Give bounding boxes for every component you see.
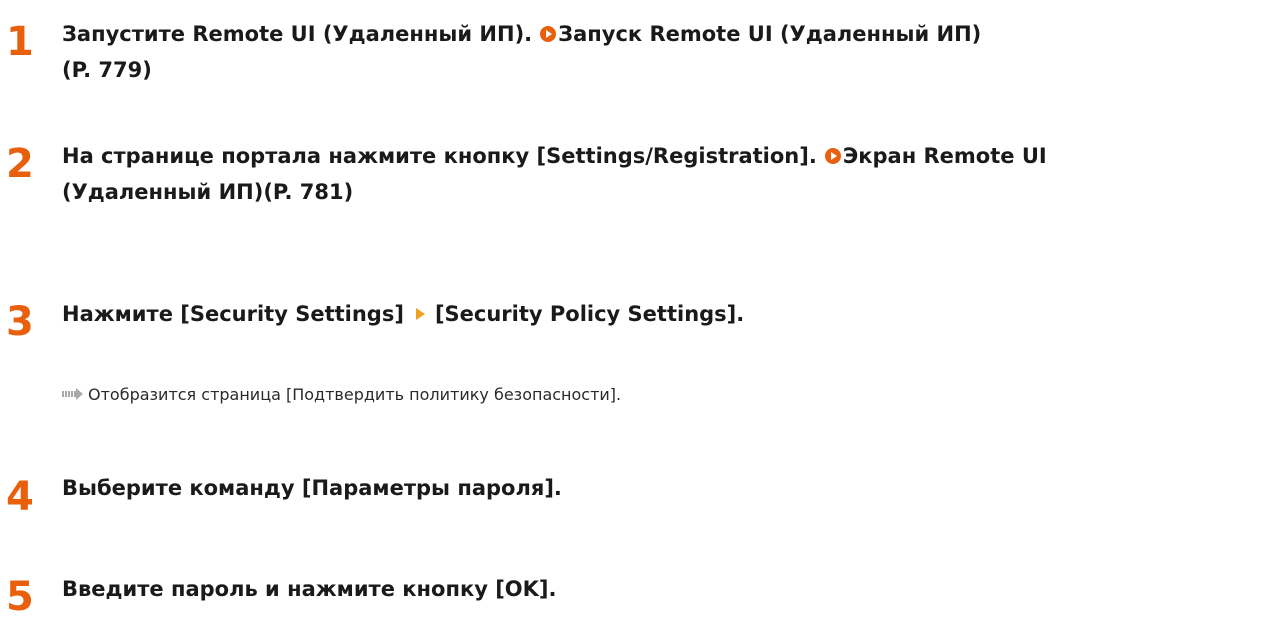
cross-reference-page-link[interactable]: (Удаленный ИП)(P. 781) <box>62 180 353 204</box>
step-instruction: Выберите команду [Параметры пароля]. <box>62 470 1262 506</box>
step-instruction: Запустите Remote UI (Удаленный ИП). Запус… <box>62 16 1262 88</box>
step-text-part-2: [Security Policy Settings]. <box>434 302 745 326</box>
step-number: 4 <box>6 474 34 520</box>
step-text: На странице портала нажмите кнопку [Sett… <box>62 144 817 168</box>
step-text: Введите пароль и нажмите кнопку [OK]. <box>62 577 557 601</box>
cross-reference-icon <box>540 26 557 42</box>
step-instruction: Нажмите [Security Settings] [Security Pol… <box>62 296 1262 332</box>
step-number: 2 <box>6 141 34 187</box>
result-arrow-icon <box>62 388 84 400</box>
cross-reference-icon <box>824 148 841 164</box>
cross-reference-link[interactable]: Запуск Remote UI (Удаленный ИП) <box>558 22 981 46</box>
step-number: 3 <box>6 299 34 345</box>
step-result-text: Отобразится страница [Подтвердить полити… <box>88 385 622 404</box>
cross-reference-page-link[interactable]: (P. 779) <box>62 58 152 82</box>
cross-reference-link[interactable]: Экран Remote UI <box>843 144 1047 168</box>
step-result: Отобразится страница [Подтвердить полити… <box>62 384 621 406</box>
step-instruction: На странице портала нажмите кнопку [Sett… <box>62 138 1262 210</box>
arrow-right-icon <box>415 308 425 320</box>
step-text-part-1: Нажмите [Security Settings] <box>62 302 404 326</box>
step-text: Запустите Remote UI (Удаленный ИП). <box>62 22 533 46</box>
step-number: 5 <box>6 574 34 620</box>
step-number: 1 <box>6 19 34 65</box>
step-text: Выберите команду [Параметры пароля]. <box>62 476 562 500</box>
step-instruction: Введите пароль и нажмите кнопку [OK]. <box>62 571 1262 607</box>
